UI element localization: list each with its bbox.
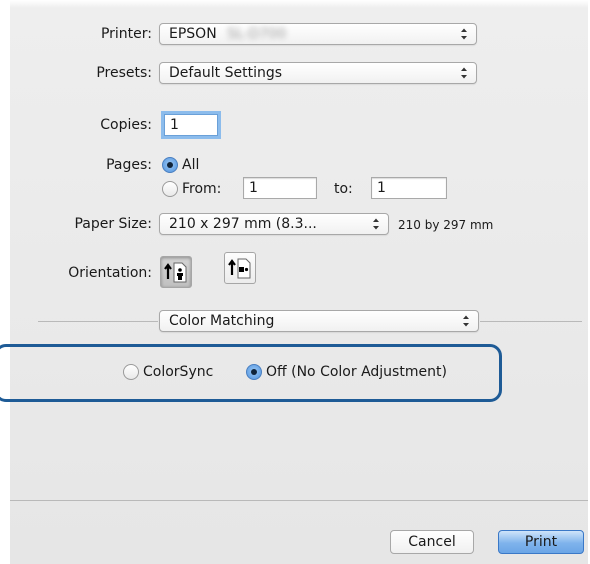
pages-from-label: From:: [182, 181, 222, 197]
section-popup[interactable]: Color Matching: [159, 310, 479, 332]
portrait-orientation-icon: [164, 262, 187, 283]
annotation-highlight-box: [0, 344, 502, 402]
section-separator-left: [38, 321, 158, 322]
pages-from-field[interactable]: 1: [243, 177, 317, 199]
printer-label: Printer:: [100, 26, 152, 42]
section-separator-right: [480, 321, 582, 322]
paper-size-label: Paper Size:: [74, 216, 152, 232]
popup-arrows-icon: [461, 28, 467, 40]
pages-all-radio[interactable]: [162, 157, 178, 173]
copies-field[interactable]: 1: [164, 114, 218, 136]
pages-all-label: All: [182, 157, 200, 173]
section-popup-value: Color Matching: [169, 313, 275, 329]
orientation-portrait-button[interactable]: [160, 256, 192, 288]
paper-size-popup[interactable]: 210 x 297 mm (8.3...: [159, 213, 389, 235]
printer-popup[interactable]: EPSON SL-D700: [159, 23, 477, 45]
print-button[interactable]: Print: [498, 530, 584, 554]
popup-arrows-icon: [461, 67, 467, 79]
cancel-button[interactable]: Cancel: [390, 530, 474, 554]
popup-arrows-icon: [373, 218, 379, 230]
popup-arrows-icon: [463, 315, 469, 327]
pages-from-radio[interactable]: [162, 181, 178, 197]
presets-value: Default Settings: [169, 65, 283, 81]
paper-size-dimensions: 210 by 297 mm: [398, 218, 494, 232]
presets-popup[interactable]: Default Settings: [159, 62, 477, 84]
printer-value: EPSON: [169, 26, 217, 42]
landscape-orientation-icon: [228, 258, 251, 279]
orientation-landscape-button[interactable]: [224, 252, 256, 284]
pages-label: Pages:: [106, 157, 152, 173]
orientation-label: Orientation:: [68, 265, 152, 281]
pages-to-label: to:: [334, 181, 353, 197]
printer-model-blurred: SL-D700: [227, 26, 287, 42]
footer-separator: [10, 500, 588, 501]
paper-size-value: 210 x 297 mm (8.3...: [169, 216, 317, 232]
print-dialog: Printer: EPSON SL-D700 Presets: Default …: [10, 0, 588, 564]
pages-to-field[interactable]: 1: [371, 177, 447, 199]
presets-label: Presets:: [96, 65, 152, 81]
copies-label: Copies:: [100, 117, 152, 133]
